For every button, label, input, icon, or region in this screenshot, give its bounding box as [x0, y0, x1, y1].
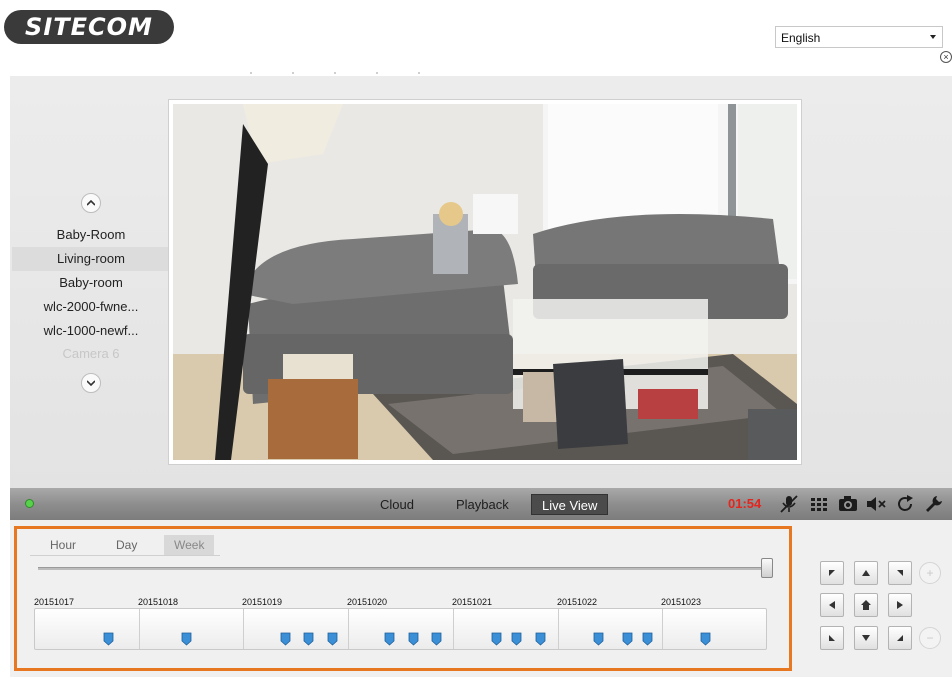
recording-marker-icon[interactable]: [384, 632, 395, 646]
live-video-feed[interactable]: [173, 104, 797, 460]
player-toolbar: Cloud Playback Live View 01:54: [10, 488, 952, 520]
camera-item-camera-6: Camera 6: [62, 346, 120, 361]
recording-marker-icon[interactable]: [700, 632, 711, 646]
connection-status-icon: [25, 499, 34, 508]
date-label: 20151021: [452, 597, 493, 607]
day-divider: [139, 609, 140, 649]
recording-marker-icon[interactable]: [303, 632, 314, 646]
recording-marker-icon[interactable]: [622, 632, 633, 646]
recording-marker-icon[interactable]: [642, 632, 653, 646]
timeline-tab-day[interactable]: Day: [106, 535, 147, 555]
arrow-up-right-icon: [897, 570, 903, 576]
ptz-home-button[interactable]: [854, 593, 878, 617]
recording-marker-icon[interactable]: [408, 632, 419, 646]
timeline-tab-divider: [30, 555, 220, 556]
speaker-mute-icon[interactable]: [865, 493, 887, 515]
ptz-up-right-button[interactable]: [888, 561, 912, 585]
recording-marker-icon[interactable]: [511, 632, 522, 646]
grid-layout-icon[interactable]: [808, 493, 830, 515]
chevron-down-icon: [930, 35, 936, 39]
day-divider: [348, 609, 349, 649]
recording-marker-icon[interactable]: [327, 632, 338, 646]
day-divider: [243, 609, 244, 649]
day-divider: [558, 609, 559, 649]
timeline-tab-week[interactable]: Week: [164, 535, 215, 555]
arrow-left-icon: [829, 601, 835, 609]
date-label: 20151023: [661, 597, 702, 607]
elapsed-time: 01:54: [728, 496, 762, 511]
language-select[interactable]: English: [775, 26, 943, 48]
camera-item-baby-room[interactable]: Baby-Room: [12, 223, 170, 247]
timeline-slider-thumb[interactable]: [761, 558, 773, 578]
close-icon[interactable]: ×: [940, 51, 952, 63]
arrow-down-left-icon: [829, 635, 835, 641]
tab-cloud[interactable]: Cloud: [370, 494, 424, 515]
arrow-down-right-icon: [897, 635, 903, 641]
chevron-up-icon: [87, 200, 95, 206]
zoom-out-button[interactable]: −: [919, 627, 941, 649]
ptz-down-right-button[interactable]: [888, 626, 912, 650]
ptz-up-button[interactable]: [854, 561, 878, 585]
date-label: 20151022: [557, 597, 598, 607]
zoom-in-button[interactable]: +: [919, 562, 941, 584]
date-label: 20151019: [242, 597, 283, 607]
recording-marker-icon[interactable]: [593, 632, 604, 646]
recording-marker-icon[interactable]: [103, 632, 114, 646]
tab-live-view[interactable]: Live View: [531, 494, 609, 515]
arrow-up-icon: [862, 570, 870, 576]
timeline-recordings-row[interactable]: [34, 608, 767, 650]
arrow-up-left-icon: [829, 570, 835, 576]
home-icon: [861, 600, 871, 610]
living-room-camera-image: [173, 104, 797, 460]
arrow-right-icon: [897, 601, 903, 609]
live-video-frame: [168, 99, 802, 465]
ptz-down-left-button[interactable]: [820, 626, 844, 650]
date-label: 20151017: [34, 597, 75, 607]
recording-marker-icon[interactable]: [535, 632, 546, 646]
recording-marker-icon[interactable]: [431, 632, 442, 646]
day-divider: [453, 609, 454, 649]
ptz-right-button[interactable]: [888, 593, 912, 617]
recording-marker-icon[interactable]: [181, 632, 192, 646]
mic-mute-icon[interactable]: [778, 493, 800, 515]
camera-item-living-room[interactable]: Living-room: [12, 247, 170, 271]
timeline-tab-hour[interactable]: Hour: [40, 535, 86, 555]
language-value: English: [781, 31, 821, 45]
tab-playback[interactable]: Playback: [446, 494, 519, 515]
recording-marker-icon[interactable]: [491, 632, 502, 646]
camera-item-wlc-2000[interactable]: wlc-2000-fwne...: [12, 295, 170, 319]
recording-marker-icon[interactable]: [280, 632, 291, 646]
date-label: 20151020: [347, 597, 388, 607]
sitecom-logo: SITECOM: [4, 10, 174, 44]
camera-snapshot-icon[interactable]: [837, 493, 859, 515]
camera-item-baby-room-2[interactable]: Baby-room: [12, 271, 170, 295]
camera-list-down-button[interactable]: [81, 373, 101, 393]
ptz-down-button[interactable]: [854, 626, 878, 650]
ptz-left-button[interactable]: [820, 593, 844, 617]
chevron-down-icon: [87, 380, 95, 386]
camera-item-wlc-1000[interactable]: wlc-1000-newf...: [12, 319, 170, 343]
day-divider: [662, 609, 663, 649]
camera-list-up-button[interactable]: [81, 193, 101, 213]
arrow-down-icon: [862, 635, 870, 641]
timeline-slider-track[interactable]: [38, 567, 772, 570]
refresh-icon[interactable]: [894, 493, 916, 515]
wrench-settings-icon[interactable]: [923, 493, 945, 515]
ptz-up-left-button[interactable]: [820, 561, 844, 585]
date-label: 20151018: [138, 597, 179, 607]
